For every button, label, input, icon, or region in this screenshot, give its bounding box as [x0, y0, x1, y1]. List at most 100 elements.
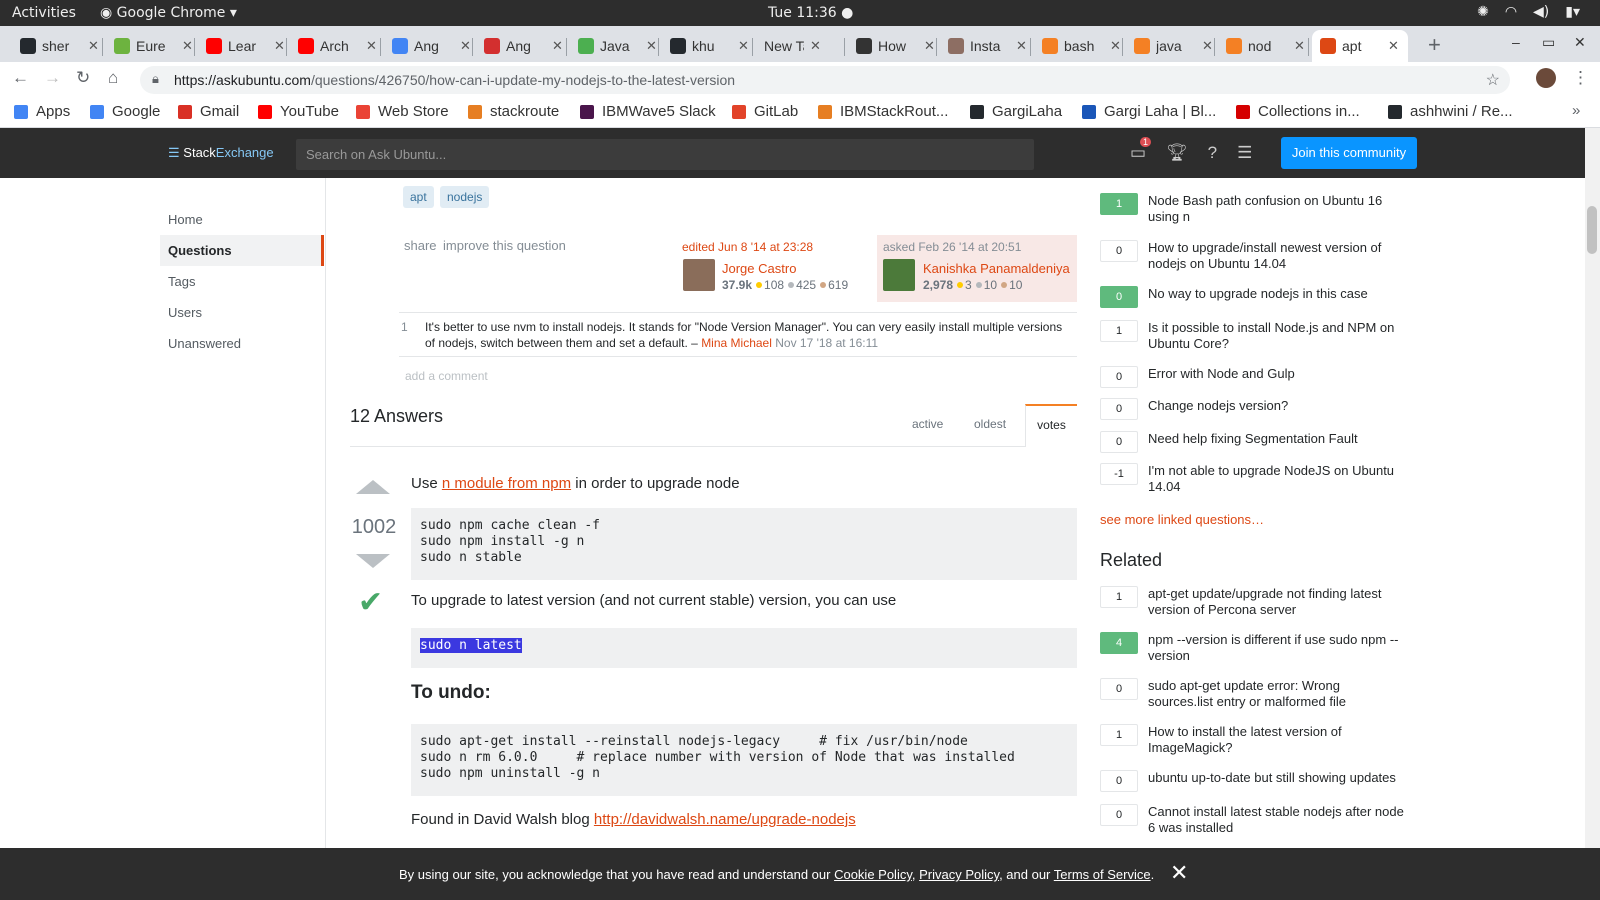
share-link[interactable]: share — [404, 238, 437, 253]
tab-4[interactable]: Ang ✕ — [384, 30, 476, 62]
question-link[interactable]: apt-get update/upgrade not finding lates… — [1148, 586, 1408, 618]
system-tray[interactable]: ✺ ◠ ◀) ▮▾ — [1477, 4, 1580, 20]
question-link[interactable]: How to install the latest version of Ima… — [1148, 724, 1408, 756]
tab-close-icon[interactable]: ✕ — [1294, 38, 1305, 54]
close-cookie-icon[interactable]: ✕ — [1170, 860, 1188, 886]
tab-10[interactable]: Insta ✕ — [940, 30, 1032, 62]
edited-date[interactable]: edited Jun 8 '14 at 23:28 — [682, 240, 862, 254]
chrome-menu-icon[interactable]: ⋮ — [1572, 68, 1589, 88]
upvote-icon[interactable] — [356, 480, 390, 494]
forward-icon[interactable]: → — [44, 68, 61, 88]
bookmark-1[interactable]: Google — [90, 103, 160, 120]
tab-close-icon[interactable]: ✕ — [646, 38, 657, 54]
tab-close-icon[interactable]: ✕ — [552, 38, 563, 54]
nav-tags[interactable]: Tags — [160, 266, 324, 297]
question-link[interactable]: sudo apt-get update error: Wrong sources… — [1148, 678, 1408, 710]
tab-close-icon[interactable]: ✕ — [366, 38, 377, 54]
maximize-icon[interactable]: ▭ — [1542, 34, 1555, 51]
page-scrollbar[interactable] — [1585, 128, 1600, 848]
tab-2[interactable]: Lear ✕ — [198, 30, 290, 62]
tab-9[interactable]: How ✕ — [848, 30, 940, 62]
tag-apt[interactable]: apt — [403, 186, 434, 208]
bookmark-12[interactable]: ashhwini / Re... — [1388, 103, 1513, 120]
tab-5[interactable]: Ang ✕ — [476, 30, 568, 62]
comment-user[interactable]: Mina Michael — [701, 336, 772, 350]
question-link[interactable]: npm --version is different if use sudo n… — [1148, 632, 1408, 664]
bookmark-7[interactable]: GitLab — [732, 103, 798, 120]
bookmarks-overflow-icon[interactable]: » — [1572, 102, 1580, 119]
question-link[interactable]: ubuntu up-to-date but still showing upda… — [1148, 770, 1408, 786]
tab-0[interactable]: sher ✕ — [12, 30, 104, 62]
tab-7[interactable]: khu ✕ — [662, 30, 754, 62]
tab-11[interactable]: bash ✕ — [1034, 30, 1126, 62]
tab-oldest[interactable]: oldest — [974, 417, 1006, 431]
site-search-input[interactable]: Search on Ask Ubuntu... — [296, 139, 1034, 170]
tab-close-icon[interactable]: ✕ — [1016, 38, 1027, 54]
bookmark-0[interactable]: Apps — [14, 103, 70, 120]
achievements-icon[interactable]: 🏆︎ — [1166, 143, 1188, 163]
nav-unanswered[interactable]: Unanswered — [160, 328, 324, 359]
bookmark-2[interactable]: Gmail — [178, 103, 239, 120]
bookmark-10[interactable]: Gargi Laha | Bl... — [1082, 103, 1216, 120]
n-module-link[interactable]: n module from npm — [442, 475, 571, 492]
asker-avatar[interactable] — [883, 259, 915, 291]
scrollbar-thumb[interactable] — [1587, 206, 1597, 254]
bookmark-4[interactable]: Web Store — [356, 103, 449, 120]
tab-12[interactable]: java ✕ — [1126, 30, 1218, 62]
tab-6[interactable]: Java ✕ — [570, 30, 662, 62]
question-link[interactable]: Change nodejs version? — [1148, 398, 1408, 414]
question-link[interactable]: How to upgrade/install newest version of… — [1148, 240, 1408, 272]
tab-14[interactable]: apt ✕ — [1312, 30, 1408, 62]
star-icon[interactable]: ☆ — [1486, 70, 1500, 90]
question-link[interactable]: Cannot install latest stable nodejs afte… — [1148, 804, 1408, 836]
tab-votes[interactable]: votes — [1025, 404, 1077, 447]
add-comment-link[interactable]: add a comment — [405, 369, 488, 383]
tab-8[interactable]: New Tal ✕ — [756, 30, 848, 62]
davidwalsh-link[interactable]: http://davidwalsh.name/upgrade-nodejs — [594, 811, 856, 828]
question-link[interactable]: Error with Node and Gulp — [1148, 366, 1408, 382]
app-menu[interactable]: ◉ Google Chrome ▾ — [100, 5, 237, 21]
tab-close-icon[interactable]: ✕ — [1388, 38, 1399, 54]
bookmark-3[interactable]: YouTube — [258, 103, 339, 120]
help-icon[interactable]: ? — [1208, 143, 1217, 163]
tab-close-icon[interactable]: ✕ — [274, 38, 285, 54]
nav-home[interactable]: Home — [160, 204, 324, 235]
stackexchange-logo[interactable]: ☰ StackExchange — [168, 145, 274, 161]
tab-close-icon[interactable]: ✕ — [924, 38, 935, 54]
clock[interactable]: Tue 11:36 ● — [768, 5, 853, 21]
question-link[interactable]: Node Bash path confusion on Ubuntu 16 us… — [1148, 193, 1408, 225]
tab-close-icon[interactable]: ✕ — [1202, 38, 1213, 54]
bookmark-8[interactable]: IBMStackRout... — [818, 103, 948, 120]
address-bar[interactable]: 🔒︎ https://askubuntu.com/questions/42675… — [140, 66, 1510, 94]
asker-name[interactable]: Kanishka Panamaldeniya — [923, 261, 1070, 276]
tab-active[interactable]: active — [912, 417, 943, 431]
tab-1[interactable]: Eure ✕ — [106, 30, 198, 62]
tab-close-icon[interactable]: ✕ — [738, 38, 749, 54]
tab-3[interactable]: Arch ✕ — [290, 30, 382, 62]
nav-questions[interactable]: Questions — [160, 235, 324, 266]
tab-13[interactable]: nod ✕ — [1218, 30, 1310, 62]
bookmark-9[interactable]: GargiLaha — [970, 103, 1062, 120]
downvote-icon[interactable] — [356, 554, 390, 568]
inbox-icon[interactable]: ▭ 1 — [1130, 137, 1152, 163]
back-icon[interactable]: ← — [12, 68, 29, 88]
bookmark-5[interactable]: stackroute — [468, 103, 559, 120]
privacy-policy-link[interactable]: Privacy Policy — [919, 867, 999, 882]
minimize-icon[interactable]: – — [1512, 34, 1520, 50]
bookmark-11[interactable]: Collections in... — [1236, 103, 1360, 120]
profile-avatar[interactable] — [1536, 68, 1556, 88]
reload-icon[interactable]: ↻ — [76, 68, 90, 88]
new-tab-icon[interactable]: + — [1428, 32, 1441, 58]
tab-close-icon[interactable]: ✕ — [182, 38, 193, 54]
question-link[interactable]: Need help fixing Segmentation Fault — [1148, 431, 1408, 447]
tab-close-icon[interactable]: ✕ — [1110, 38, 1121, 54]
bookmark-6[interactable]: IBMWave5 Slack — [580, 103, 716, 120]
editor-avatar[interactable] — [683, 259, 715, 291]
tab-close-icon[interactable]: ✕ — [460, 38, 471, 54]
tab-close-icon[interactable]: ✕ — [810, 38, 821, 54]
improve-question-link[interactable]: improve this question — [443, 238, 566, 253]
tag-nodejs[interactable]: nodejs — [440, 186, 490, 208]
terms-link[interactable]: Terms of Service — [1054, 867, 1151, 882]
activities-button[interactable]: Activities — [12, 5, 76, 21]
home-icon[interactable]: ⌂ — [108, 68, 118, 88]
